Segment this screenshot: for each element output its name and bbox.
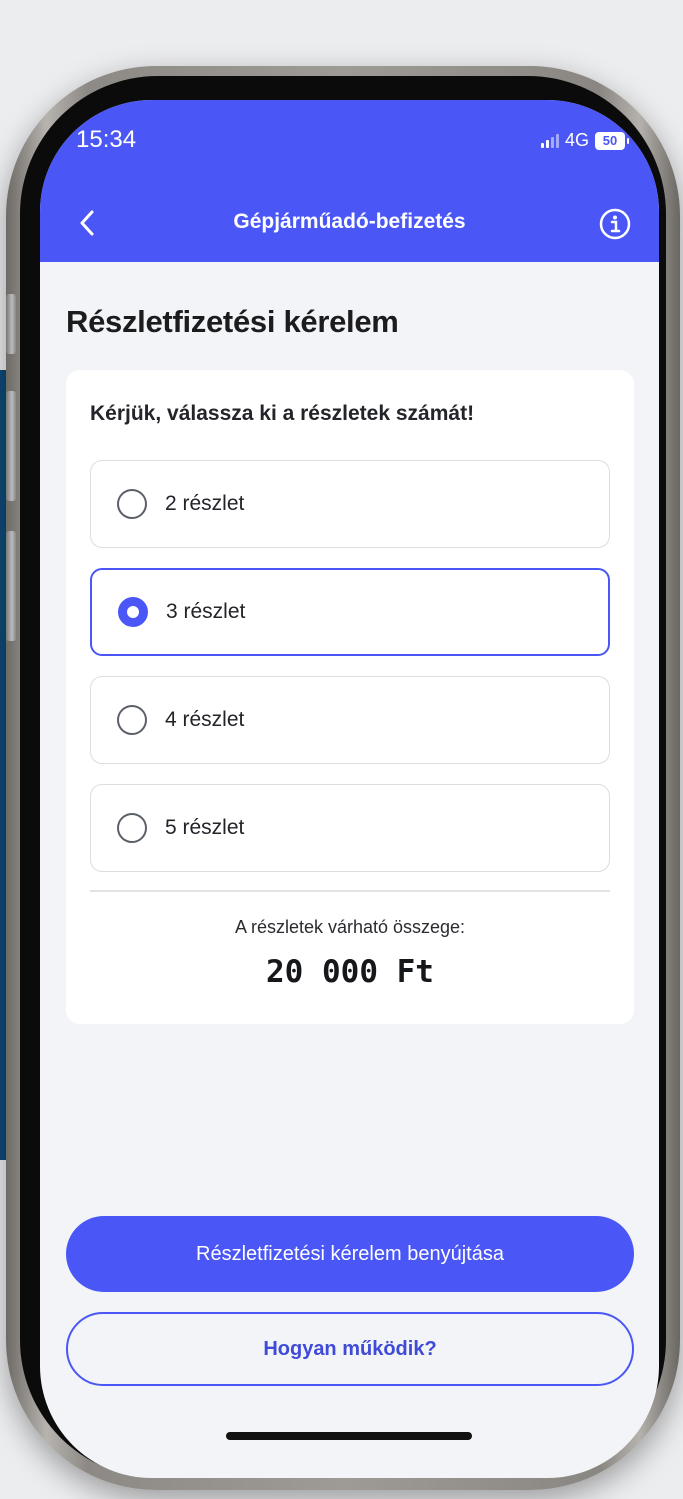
installment-question: Kérjük, válassza ki a részletek számát! — [90, 402, 475, 425]
amount-value: 20 000 Ft — [266, 954, 434, 990]
option-label: 2 részlet — [165, 492, 245, 515]
divider — [90, 890, 610, 892]
installment-card: Kérjük, válassza ki a részletek számát! … — [66, 370, 634, 1024]
radio-icon — [117, 705, 147, 735]
app-header: 15:34 4G 50 Gépjárműadó-befizetés — [40, 100, 659, 262]
home-indicator[interactable] — [226, 1432, 472, 1440]
mute-switch — [6, 294, 16, 354]
amount-label: A részletek várható összege: — [234, 917, 466, 937]
how-it-works-button[interactable]: Hogyan működik? — [66, 1312, 634, 1386]
volume-up-button — [6, 391, 16, 501]
signal-icon — [540, 133, 559, 148]
option-2-installments[interactable]: 2 részlet — [90, 460, 610, 548]
option-label: 5 részlet — [165, 816, 245, 839]
nav-title: Gépjárműadó-befizetés — [233, 210, 466, 233]
radio-icon — [117, 489, 147, 519]
option-label: 4 részlet — [165, 708, 245, 731]
option-label: 3 részlet — [166, 600, 246, 623]
radio-selected-icon — [118, 597, 148, 627]
option-3-installments[interactable]: 3 részlet — [90, 568, 610, 656]
app-screen: 15:34 4G 50 Gépjárműadó-befizetés Részle… — [40, 100, 659, 1478]
radio-icon — [117, 813, 147, 843]
status-indicators: 4G 50 — [540, 130, 629, 151]
status-time: 15:34 — [76, 126, 137, 153]
option-4-installments[interactable]: 4 részlet — [90, 676, 610, 764]
volume-down-button — [6, 531, 16, 641]
info-button[interactable] — [599, 208, 631, 240]
network-label: 4G — [564, 130, 589, 150]
battery-icon: 50 — [595, 131, 629, 150]
submit-request-button[interactable]: Részletfizetési kérelem benyújtása — [66, 1216, 634, 1292]
info-circle-icon — [599, 208, 631, 240]
page-title: Részletfizetési kérelem — [66, 304, 399, 339]
option-5-installments[interactable]: 5 részlet — [90, 784, 610, 872]
